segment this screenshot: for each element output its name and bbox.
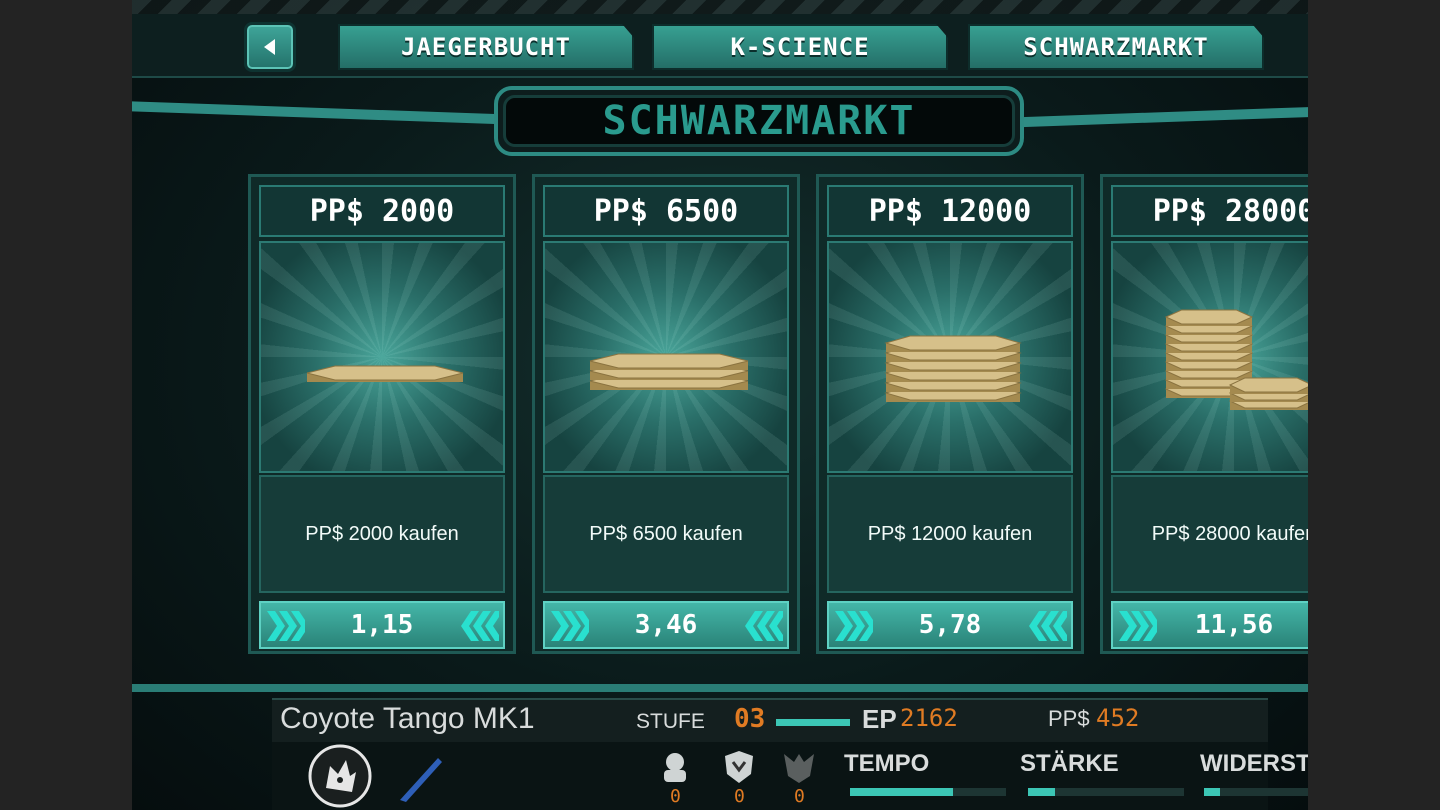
- offer-description: PP$ 12000 kaufen: [827, 475, 1073, 593]
- pp-value: 452: [1096, 704, 1140, 732]
- level-progress-bar: [776, 719, 850, 726]
- offer-card: PP$ 2000 PP$ 2000 kaufen 1,15: [248, 174, 516, 654]
- decor-rail-right: [1022, 106, 1308, 128]
- coin: [884, 335, 1022, 352]
- kaiju-head-icon[interactable]: [780, 748, 818, 786]
- buy-button[interactable]: 1,15: [259, 601, 505, 649]
- chevron-left-icon: [1029, 611, 1067, 641]
- chevron-right-icon: [267, 611, 305, 641]
- offer-card: PP$ 12000 PP$ 12000 kaufen 5,78: [816, 174, 1084, 654]
- stat-label-staerke: STÄRKE: [1020, 750, 1119, 777]
- offer-artwork: [259, 241, 505, 473]
- offer-artwork: [543, 241, 789, 473]
- offer-price-heading: PP$ 2000: [259, 185, 505, 237]
- game-screen: JAEGERBUCHT K-SCIENCE SCHWARZMARKT SCHWA…: [132, 0, 1308, 810]
- buy-price: 1,15: [350, 610, 414, 640]
- ep-label: EP: [862, 704, 897, 734]
- tab-schwarzmarkt[interactable]: SCHWARZMARKT: [968, 24, 1264, 70]
- stat-label-tempo: TEMPO: [844, 750, 930, 777]
- jaeger-status-panel: Coyote Tango MK1 STUFE 03 EP 2162 PP$ 45…: [272, 698, 1308, 810]
- stat-bar-staerke: [1028, 788, 1184, 796]
- chevron-right-icon: [1119, 611, 1157, 641]
- buy-price: 5,78: [918, 610, 982, 640]
- coin: [589, 353, 749, 370]
- tab-k-science[interactable]: K-SCIENCE: [652, 24, 948, 70]
- coin-stack-icon: [589, 353, 749, 390]
- back-arrow-icon: [264, 39, 275, 55]
- chevron-right-icon: [835, 611, 873, 641]
- coin: [306, 365, 464, 382]
- buy-button[interactable]: 5,78: [827, 601, 1073, 649]
- coin-stack-icon: [884, 335, 1022, 402]
- offer-artwork: [827, 241, 1073, 473]
- coyote-emblem-icon[interactable]: [306, 742, 374, 810]
- coin: [1228, 377, 1308, 394]
- pilot-count: 0: [670, 786, 681, 807]
- offer-card: PP$ 6500 PP$ 6500 kaufen 3,46: [532, 174, 800, 654]
- offer-card: PP$ 28000 PP$ 28000 kaufen 11,56: [1100, 174, 1308, 654]
- ep-value: 2162: [900, 704, 958, 732]
- offer-price-heading: PP$ 28000: [1111, 185, 1308, 237]
- right-letterbox: [1308, 0, 1440, 810]
- pilot-count: 0: [734, 786, 745, 807]
- offer-description: PP$ 2000 kaufen: [259, 475, 505, 593]
- chevron-left-icon: [461, 611, 499, 641]
- coin-stack-icon: [1164, 309, 1308, 410]
- pilot-count: 0: [794, 786, 805, 807]
- back-button[interactable]: [244, 22, 296, 72]
- pp-label: PP$: [1048, 706, 1090, 731]
- coin-stack-icon: [306, 365, 464, 382]
- shield-wolf-icon[interactable]: [720, 748, 758, 786]
- pilot-icon[interactable]: [656, 748, 694, 786]
- coin: [1164, 309, 1254, 326]
- stat-bar-widerstand: [1204, 788, 1308, 796]
- buy-price: 3,46: [634, 610, 698, 640]
- chevron-left-icon: [745, 611, 783, 641]
- page-title-plate: SCHWARZMARKT: [494, 86, 1024, 156]
- chevron-right-icon: [551, 611, 589, 641]
- decor-rail-bottom: [132, 684, 1308, 692]
- page-title: SCHWARZMARKT: [503, 95, 1015, 147]
- buy-price: 11,56: [1194, 610, 1274, 640]
- stat-bar-tempo: [850, 788, 1006, 796]
- left-letterbox: [0, 0, 132, 810]
- level-value: 03: [734, 704, 766, 734]
- hazard-stripe: [132, 0, 1308, 14]
- offer-artwork: [1111, 241, 1308, 473]
- buy-button[interactable]: 11,56: [1111, 601, 1308, 649]
- decor-rail-left: [132, 101, 512, 125]
- buy-button[interactable]: 3,46: [543, 601, 789, 649]
- tab-jaegerbucht[interactable]: JAEGERBUCHT: [338, 24, 634, 70]
- offer-price-heading: PP$ 12000: [827, 185, 1073, 237]
- offer-price-heading: PP$ 6500: [543, 185, 789, 237]
- offer-description: PP$ 28000 kaufen: [1111, 475, 1308, 593]
- level-label: STUFE: [636, 710, 705, 733]
- mech-name: Coyote Tango MK1: [280, 702, 535, 735]
- offer-description: PP$ 6500 kaufen: [543, 475, 789, 593]
- weapon-blade-icon[interactable]: [394, 754, 446, 804]
- stat-label-widerstand: WIDERSTAND: [1200, 750, 1308, 777]
